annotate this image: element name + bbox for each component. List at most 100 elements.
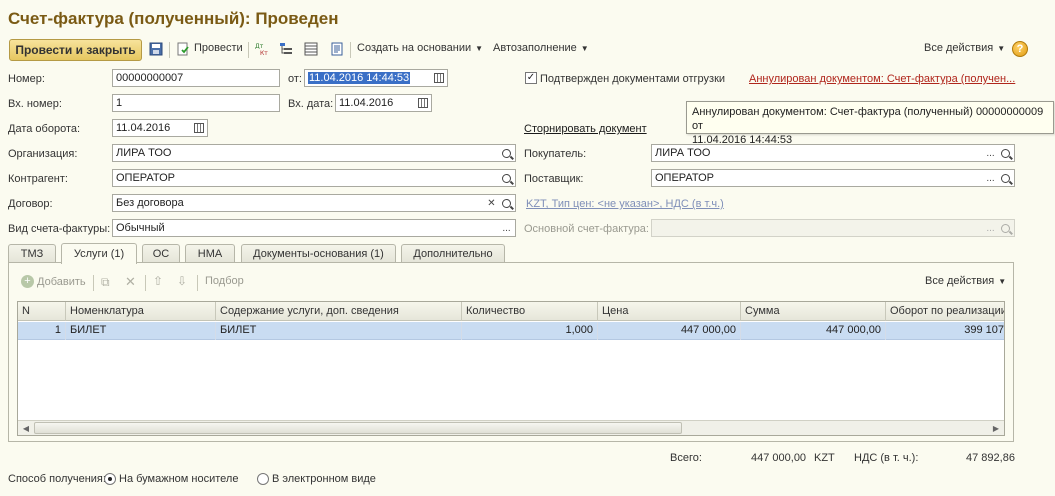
paper-label[interactable]: На бумажном носителе [119,473,238,485]
calendar-icon[interactable] [191,120,206,136]
in-date-field[interactable]: 11.04.2016 [335,94,432,112]
move-down-icon[interactable]: ⇩ [177,274,187,288]
column-header[interactable]: Количество [462,302,598,321]
select-dots-icon[interactable]: ... [983,170,998,186]
save-icon[interactable] [149,42,163,56]
date-value: 11.04.2016 14:44:53 [308,72,411,84]
supplier-field[interactable]: ОПЕРАТОР ... [651,169,1015,187]
tab-base-documents[interactable]: Документы-основания (1) [241,244,396,263]
price-cell[interactable]: 447 000,00 [598,322,741,340]
post-and-close-button[interactable]: Провести и закрыть [9,39,142,61]
dt-kt-icon[interactable]: Дт Кт [255,42,269,57]
post-button[interactable]: Провести [194,42,243,54]
main-invoice-field[interactable]: ... [651,219,1015,237]
price-settings-link[interactable]: KZT, Тип цен: <не указан>, НДС (в т.ч.) [526,198,724,210]
panel-all-actions-menu[interactable]: Все действия ▼ [925,275,1006,287]
invoice-kind-value: Обычный [116,222,165,234]
in-date-value: 11.04.2016 [339,97,394,109]
pick-button[interactable]: Подбор [205,275,244,287]
dropdown-arrow-icon: ▼ [475,43,484,53]
select-dots-icon[interactable]: ... [983,145,998,161]
search-icon[interactable] [998,145,1013,161]
annulled-link[interactable]: Аннулирован документом: Счет-фактура (по… [749,73,1015,85]
select-dots-icon[interactable]: ... [499,220,514,236]
date-field[interactable]: 11.04.2016 14:44:53 [304,69,448,87]
amount-cell[interactable]: 447 000,00 [741,322,886,340]
panel-all-actions-label: Все действия [925,275,995,287]
contractor-label: Контрагент: [8,173,68,185]
post-icon[interactable] [176,42,190,56]
tab-services[interactable]: Услуги (1) [61,243,137,264]
invoice-kind-label: Вид счета-фактуры: [8,223,111,235]
autofill-menu[interactable]: Автозаполнение ▼ [493,42,589,54]
calendar-icon[interactable] [415,95,430,111]
create-based-on-menu[interactable]: Создать на основании ▼ [357,42,483,54]
search-icon[interactable] [998,170,1013,186]
services-table[interactable]: N Номенклатура Содержание услуги, доп. с… [17,301,1005,436]
help-icon[interactable]: ? [1012,41,1028,57]
annulled-tooltip: Аннулирован документом: Счет-фактура (по… [686,101,1054,146]
calendar-icon[interactable] [431,70,446,86]
search-icon[interactable] [998,220,1013,236]
storno-link[interactable]: Сторнировать документ [524,123,647,135]
electronic-radio[interactable] [257,473,269,485]
table-row[interactable]: 1 БИЛЕТ БИЛЕТ 1,000 447 000,00 447 000,0… [18,322,1004,340]
move-up-icon[interactable]: ⇧ [153,274,163,288]
structure-icon[interactable] [279,42,293,56]
tab-additional[interactable]: Дополнительно [401,244,505,263]
add-button[interactable]: + Добавить [21,275,86,288]
turnover-date-value: 11.04.2016 [116,122,171,134]
in-date-label: Вх. дата: [288,98,334,110]
organization-label: Организация: [8,148,78,160]
scroll-thumb[interactable] [34,422,682,434]
contract-label: Договор: [8,198,53,210]
window-title: Счет-фактура (полученный): Проведен [8,9,339,28]
scroll-left-icon[interactable]: ◀ [19,422,33,434]
invoice-kind-field[interactable]: Обычный ... [112,219,516,237]
toolbar-separator [93,275,94,291]
paper-radio[interactable] [104,473,116,485]
number-field[interactable]: 00000000007 [112,69,280,87]
tab-os[interactable]: ОС [142,244,180,263]
tab-nma[interactable]: НМА [185,244,235,263]
select-dots-icon[interactable]: ... [983,220,998,236]
service-content-cell[interactable]: БИЛЕТ [216,322,462,340]
quantity-cell[interactable]: 1,000 [462,322,598,340]
scroll-right-icon[interactable]: ▶ [989,422,1003,434]
buyer-field[interactable]: ЛИРА ТОО ... [651,144,1015,162]
toolbar-separator [350,42,351,58]
electronic-label[interactable]: В электронном виде [272,473,376,485]
search-icon[interactable] [499,195,514,211]
delete-icon[interactable]: ✕ [125,274,136,290]
services-panel: + Добавить ⧉ ✕ ⇧ ⇩ Подбор Все действия ▼… [8,262,1014,442]
horizontal-scrollbar[interactable]: ◀ ▶ [18,420,1004,435]
clear-icon[interactable]: ✕ [484,195,499,211]
svg-text:Дт: Дт [255,43,264,50]
autofill-label: Автозаполнение [493,42,577,54]
column-header[interactable]: Оборот по реализации [886,302,1004,321]
column-header[interactable]: Цена [598,302,741,321]
copy-icon[interactable]: ⧉ [101,275,110,290]
all-actions-menu[interactable]: Все действия ▼ [924,42,1005,54]
from-label: от: [288,73,302,85]
column-header[interactable]: Номенклатура [66,302,216,321]
document-icon[interactable] [330,42,344,56]
tab-tmz[interactable]: ТМЗ [8,244,56,263]
in-number-label: Вх. номер: [8,98,62,110]
column-header[interactable]: N [18,302,66,321]
contractor-field[interactable]: ОПЕРАТОР [112,169,516,187]
table-icon[interactable] [304,42,318,56]
confirmed-checkbox[interactable]: ✓ [525,72,537,84]
svg-text:Кт: Кт [260,50,268,56]
search-icon[interactable] [499,145,514,161]
turnover-cell[interactable]: 399 107 [886,322,1004,340]
turnover-date-label: Дата оборота: [8,123,81,135]
in-number-field[interactable]: 1 [112,94,280,112]
contract-field[interactable]: Без договора ✕ [112,194,516,212]
nomenclature-cell[interactable]: БИЛЕТ [66,322,216,340]
turnover-date-field[interactable]: 11.04.2016 [112,119,208,137]
search-icon[interactable] [499,170,514,186]
column-header[interactable]: Сумма [741,302,886,321]
column-header[interactable]: Содержание услуги, доп. сведения [216,302,462,321]
organization-field[interactable]: ЛИРА ТОО [112,144,516,162]
